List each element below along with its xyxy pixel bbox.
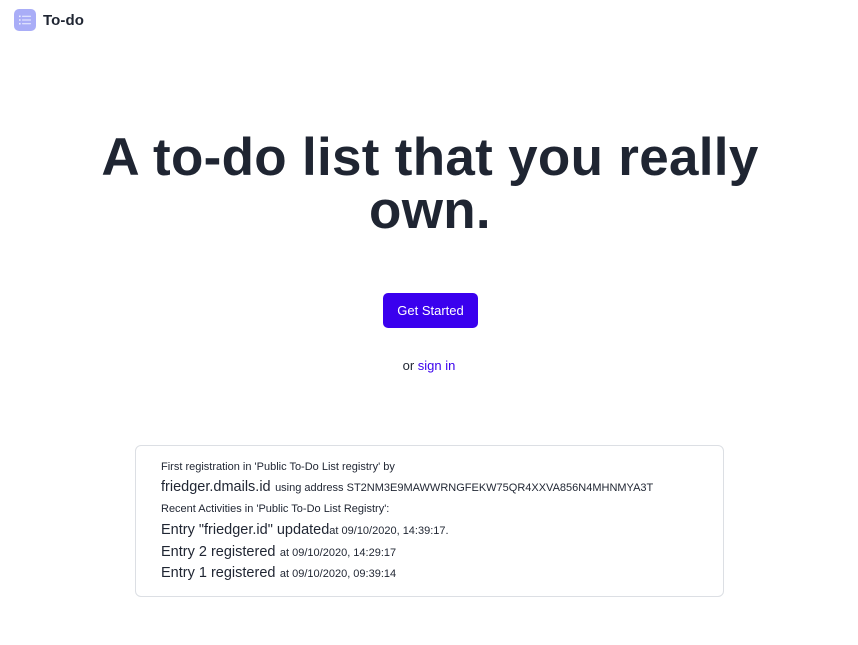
activity-item: Entry 1 registered at 09/10/2020, 09:39:… bbox=[161, 564, 396, 582]
list-icon[interactable] bbox=[14, 9, 36, 31]
owner-address: using address ST2NM3E9MAWWRNGFEKW75QR4XX… bbox=[275, 482, 654, 494]
activity-title: Entry "friedger.id" updated bbox=[161, 522, 330, 538]
activity-time: at 09/10/2020, 14:29:17 bbox=[279, 547, 397, 559]
activity-title: Entry 2 registered bbox=[161, 544, 276, 560]
hero-title: A to-do list that you really own. bbox=[60, 131, 800, 237]
activity-item: Entry 2 registered at 09/10/2020, 14:29:… bbox=[161, 543, 396, 561]
first-registration-label: First registration in 'Public To-Do List… bbox=[161, 461, 395, 473]
get-started-button[interactable]: Get Started bbox=[383, 293, 478, 328]
activity-item: Entry "friedger.id" updatedat 09/10/2020… bbox=[161, 521, 449, 539]
signin-row: or sign in bbox=[0, 358, 858, 373]
activity-title: Entry 1 registered bbox=[161, 565, 276, 581]
hero-title-line-2: own. bbox=[369, 181, 491, 240]
app-title[interactable]: To-do bbox=[43, 12, 84, 29]
owner-name: friedger.dmails.id bbox=[161, 479, 271, 495]
sign-in-link[interactable]: sign in bbox=[418, 358, 456, 373]
owner-line: friedger.dmails.id using address ST2NM3E… bbox=[161, 478, 653, 496]
registry-card: First registration in 'Public To-Do List… bbox=[135, 445, 724, 597]
activity-time: at 09/10/2020, 09:39:14 bbox=[279, 568, 397, 580]
app-header: To-do bbox=[14, 9, 84, 31]
hero-title-line-1: A to-do list that you really bbox=[101, 128, 759, 187]
landing-page: To-do A to-do list that you really own. … bbox=[0, 0, 858, 645]
recent-activities-label: Recent Activities in 'Public To-Do List … bbox=[161, 503, 390, 515]
activity-time: at 09/10/2020, 14:39:17. bbox=[329, 525, 449, 537]
signin-prefix: or bbox=[402, 358, 415, 373]
list-icon-glyph bbox=[19, 15, 31, 25]
